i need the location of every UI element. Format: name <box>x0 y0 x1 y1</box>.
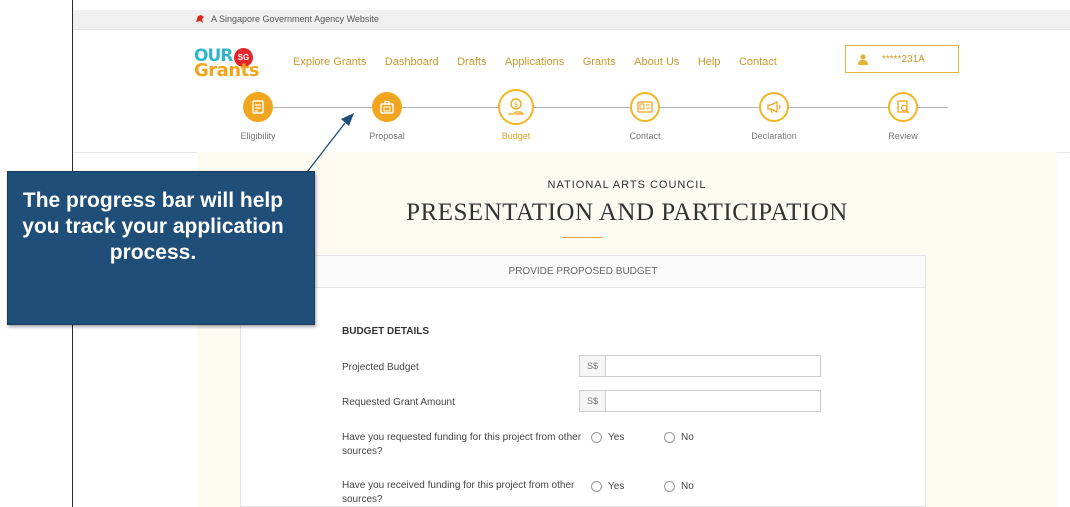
requested-funding-question: Have you requested funding for this proj… <box>342 432 582 457</box>
radio-label-no: No <box>681 481 694 492</box>
review-document-icon <box>888 92 918 122</box>
lion-head-icon <box>196 15 204 23</box>
user-id: *****231A <box>882 54 925 65</box>
progress-step-review[interactable]: Review <box>868 92 938 141</box>
megaphone-icon <box>759 92 789 122</box>
currency-prefix: S$ <box>579 390 606 412</box>
nav-drafts[interactable]: Drafts <box>457 56 486 68</box>
radio-label-yes: Yes <box>608 432 625 443</box>
currency-prefix: S$ <box>579 355 606 377</box>
government-banner-text: A Singapore Government Agency Website <box>211 14 379 24</box>
progress-step-budget[interactable]: $ Budget <box>481 89 551 141</box>
user-icon <box>858 54 868 65</box>
ourgrants-logo[interactable]: OUR SG Grants <box>194 46 262 81</box>
nav-dashboard[interactable]: Dashboard <box>385 56 439 68</box>
received-funding-no-radio[interactable] <box>664 481 675 492</box>
section-heading: BUDGET DETAILS <box>342 326 430 337</box>
requested-grant-label: Requested Grant Amount <box>342 397 455 408</box>
agency-name: NATIONAL ARTS COUNCIL <box>547 179 707 191</box>
svg-text:$: $ <box>514 101 518 109</box>
progress-step-label: Eligibility <box>240 131 276 141</box>
progress-step-label: Review <box>888 131 918 141</box>
tutorial-callout: The progress bar will help you track you… <box>7 171 315 325</box>
checklist-icon <box>243 92 273 122</box>
progress-step-label: Contact <box>629 131 661 141</box>
progress-step-contact[interactable]: Contact <box>610 92 680 141</box>
card-header: PROVIDE PROPOSED BUDGET <box>241 256 925 288</box>
received-funding-question: Have you received funding for this proje… <box>342 480 575 505</box>
budget-card: PROVIDE PROPOSED BUDGET <box>240 255 926 507</box>
briefcase-icon <box>372 92 402 122</box>
title-underline <box>562 237 602 238</box>
received-funding-yes-radio[interactable] <box>591 481 602 492</box>
user-account-button[interactable]: *****231A <box>845 45 959 73</box>
nav-contact[interactable]: Contact <box>739 56 777 68</box>
progress-step-eligibility[interactable]: Eligibility <box>223 92 293 141</box>
progress-step-proposal[interactable]: Proposal <box>352 92 422 141</box>
nav-help[interactable]: Help <box>698 56 721 68</box>
callout-text: The progress bar will help you track you… <box>22 189 284 264</box>
money-hand-icon: $ <box>498 89 534 125</box>
projected-budget-label: Projected Budget <box>342 362 419 373</box>
radio-label-no: No <box>681 432 694 443</box>
nav-applications[interactable]: Applications <box>505 56 564 68</box>
nav-explore-grants[interactable]: Explore Grants <box>293 56 366 68</box>
progress-step-label: Declaration <box>751 131 797 141</box>
projected-budget-input[interactable] <box>605 355 821 377</box>
requested-grant-input[interactable] <box>605 390 821 412</box>
government-banner: A Singapore Government Agency Website <box>73 10 1070 30</box>
logo-grants: Grants <box>194 60 259 81</box>
page-title: PRESENTATION AND PARTICIPATION <box>406 199 848 226</box>
requested-funding-no-radio[interactable] <box>664 432 675 443</box>
nav-about-us[interactable]: About Us <box>634 56 679 68</box>
progress-step-label: Budget <box>501 131 531 141</box>
radio-label-yes: Yes <box>608 481 625 492</box>
requested-funding-yes-radio[interactable] <box>591 432 602 443</box>
progress-step-declaration[interactable]: Declaration <box>739 92 809 141</box>
nav-grants[interactable]: Grants <box>583 56 616 68</box>
contact-card-icon <box>630 92 660 122</box>
progress-step-label: Proposal <box>369 131 405 141</box>
main-navigation: Explore Grants Dashboard Drafts Applicat… <box>293 52 791 68</box>
